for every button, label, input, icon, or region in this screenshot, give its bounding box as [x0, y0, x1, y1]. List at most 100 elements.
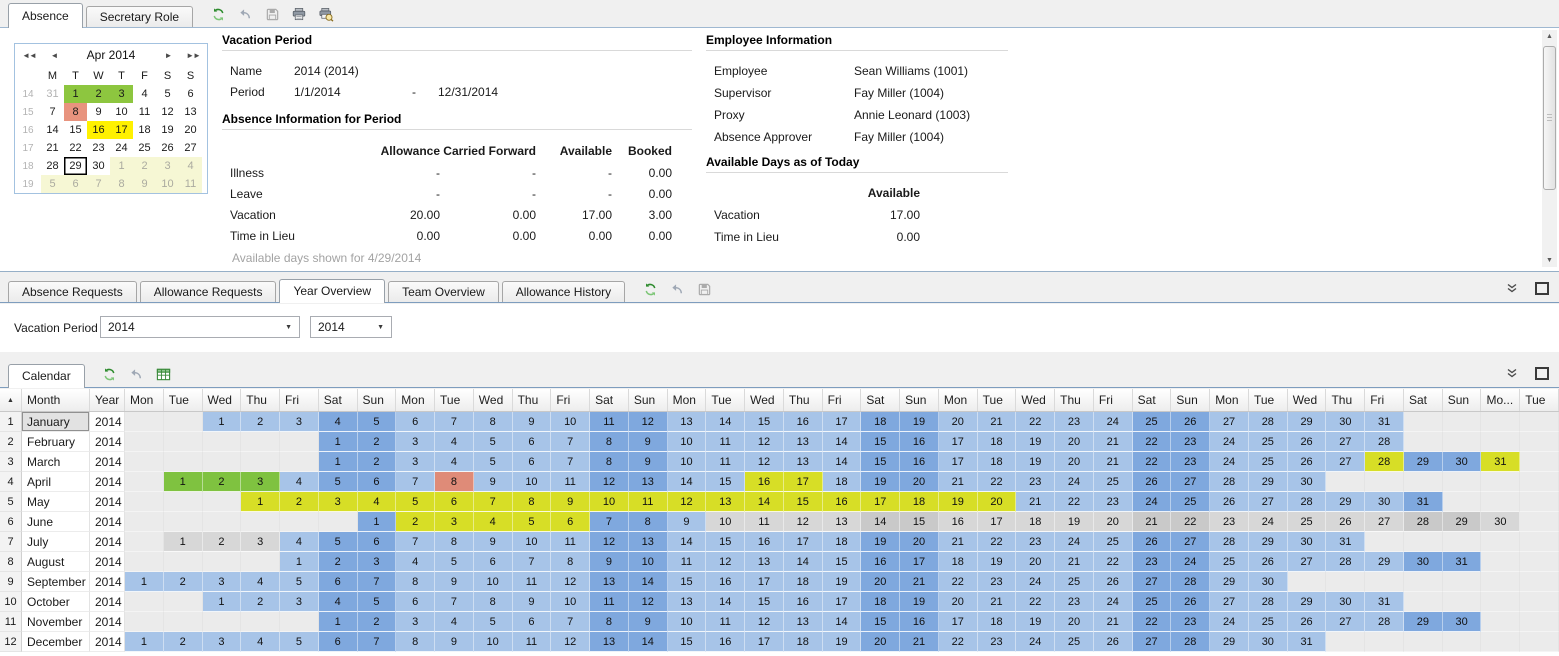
- day-cell[interactable]: 21: [1055, 552, 1094, 572]
- day-cell[interactable]: 10: [551, 592, 590, 612]
- day-cell[interactable]: 31: [1365, 592, 1404, 612]
- mini-calendar-day[interactable]: 12: [156, 103, 179, 121]
- mini-calendar-day[interactable]: 19: [156, 121, 179, 139]
- day-cell[interactable]: 18: [978, 452, 1017, 472]
- grid-header-day[interactable]: Wed: [474, 389, 513, 411]
- day-cell[interactable]: 2: [241, 412, 280, 432]
- day-cell[interactable]: 27: [1133, 632, 1172, 652]
- mini-calendar-day[interactable]: 29: [64, 157, 87, 175]
- month-cell[interactable]: November: [22, 612, 90, 632]
- day-cell[interactable]: 30: [1365, 492, 1404, 512]
- day-cell[interactable]: 19: [823, 632, 862, 652]
- day-cell[interactable]: 13: [629, 472, 668, 492]
- day-cell[interactable]: 31: [1481, 452, 1520, 472]
- grid-header-day[interactable]: Tue: [978, 389, 1017, 411]
- day-cell[interactable]: 10: [706, 512, 745, 532]
- day-cell[interactable]: 12: [745, 452, 784, 472]
- day-cell[interactable]: 15: [861, 432, 900, 452]
- day-cell[interactable]: 21: [1094, 612, 1133, 632]
- day-cell[interactable]: 14: [668, 532, 707, 552]
- day-cell[interactable]: 2: [280, 492, 319, 512]
- day-cell[interactable]: 9: [551, 492, 590, 512]
- day-cell[interactable]: 24: [1055, 472, 1094, 492]
- day-cell[interactable]: 4: [435, 612, 474, 632]
- day-cell[interactable]: 22: [1094, 552, 1133, 572]
- day-cell[interactable]: 19: [861, 472, 900, 492]
- day-cell[interactable]: 4: [241, 632, 280, 652]
- day-cell[interactable]: 22: [939, 632, 978, 652]
- day-cell[interactable]: 24: [1094, 412, 1133, 432]
- day-cell[interactable]: 18: [823, 472, 862, 492]
- grid-header-day[interactable]: Tue: [706, 389, 745, 411]
- grid-header-day[interactable]: Thu: [513, 389, 552, 411]
- day-cell[interactable]: 19: [900, 592, 939, 612]
- day-cell[interactable]: 24: [1210, 432, 1249, 452]
- day-cell[interactable]: 19: [1016, 432, 1055, 452]
- day-cell[interactable]: 21: [900, 632, 939, 652]
- day-cell[interactable]: 27: [1210, 412, 1249, 432]
- row-number[interactable]: 9: [0, 572, 22, 592]
- day-cell[interactable]: 8: [396, 632, 435, 652]
- day-cell[interactable]: 3: [435, 512, 474, 532]
- day-cell[interactable]: 13: [823, 512, 862, 532]
- day-cell[interactable]: 22: [939, 572, 978, 592]
- mini-calendar-day[interactable]: 21: [41, 139, 64, 157]
- day-cell[interactable]: 30: [1249, 572, 1288, 592]
- day-cell[interactable]: 14: [861, 512, 900, 532]
- day-cell[interactable]: 11: [706, 452, 745, 472]
- day-cell[interactable]: 17: [784, 532, 823, 552]
- mini-calendar-day[interactable]: 10: [156, 175, 179, 193]
- grid-header-day[interactable]: Mon: [1210, 389, 1249, 411]
- day-cell[interactable]: 1: [125, 632, 164, 652]
- grid-header-day[interactable]: Thu: [1055, 389, 1094, 411]
- vacation-period-select[interactable]: 2014 ▼: [100, 316, 300, 338]
- mini-calendar-day[interactable]: 1: [110, 157, 133, 175]
- day-cell[interactable]: 15: [668, 632, 707, 652]
- day-cell[interactable]: 13: [590, 572, 629, 592]
- day-cell[interactable]: 24: [1210, 612, 1249, 632]
- grid-header-month[interactable]: Month: [22, 389, 90, 411]
- day-cell[interactable]: 8: [590, 452, 629, 472]
- day-cell[interactable]: 31: [1365, 412, 1404, 432]
- day-cell[interactable]: 7: [396, 532, 435, 552]
- day-cell[interactable]: 23: [1171, 432, 1210, 452]
- day-cell[interactable]: 30: [1326, 592, 1365, 612]
- day-cell[interactable]: 5: [280, 572, 319, 592]
- day-cell[interactable]: 21: [978, 592, 1017, 612]
- grid-header-day[interactable]: Tue: [435, 389, 474, 411]
- mini-calendar-day[interactable]: 20: [179, 121, 202, 139]
- month-cell[interactable]: March: [22, 452, 90, 472]
- day-cell[interactable]: 5: [474, 452, 513, 472]
- day-cell[interactable]: 2: [358, 612, 397, 632]
- overview-tab-allowance-history[interactable]: Allowance History: [502, 281, 625, 302]
- day-cell[interactable]: 4: [319, 412, 358, 432]
- day-cell[interactable]: 20: [1094, 512, 1133, 532]
- day-cell[interactable]: 7: [590, 512, 629, 532]
- mini-calendar-day[interactable]: 2: [87, 85, 110, 103]
- day-cell[interactable]: 31: [1404, 492, 1443, 512]
- day-cell[interactable]: 11: [706, 432, 745, 452]
- day-cell[interactable]: 27: [1326, 612, 1365, 632]
- month-cell[interactable]: September: [22, 572, 90, 592]
- day-cell[interactable]: 17: [861, 492, 900, 512]
- day-cell[interactable]: 4: [474, 512, 513, 532]
- day-cell[interactable]: 29: [1288, 412, 1327, 432]
- day-cell[interactable]: 28: [1365, 612, 1404, 632]
- print-icon[interactable]: [291, 6, 307, 22]
- day-cell[interactable]: 5: [358, 592, 397, 612]
- day-cell[interactable]: 18: [861, 592, 900, 612]
- day-cell[interactable]: 6: [513, 452, 552, 472]
- day-cell[interactable]: 17: [939, 432, 978, 452]
- day-cell[interactable]: 12: [629, 592, 668, 612]
- day-cell[interactable]: 29: [1404, 452, 1443, 472]
- day-cell[interactable]: 1: [164, 472, 203, 492]
- day-cell[interactable]: 27: [1133, 572, 1172, 592]
- month-cell[interactable]: June: [22, 512, 90, 532]
- day-cell[interactable]: 9: [474, 532, 513, 552]
- day-cell[interactable]: 26: [1288, 452, 1327, 472]
- day-cell[interactable]: 8: [551, 552, 590, 572]
- prev-year-button[interactable]: ◄◄: [15, 51, 43, 60]
- day-cell[interactable]: 3: [280, 412, 319, 432]
- maximize-icon[interactable]: [1535, 367, 1549, 380]
- day-cell[interactable]: 1: [164, 532, 203, 552]
